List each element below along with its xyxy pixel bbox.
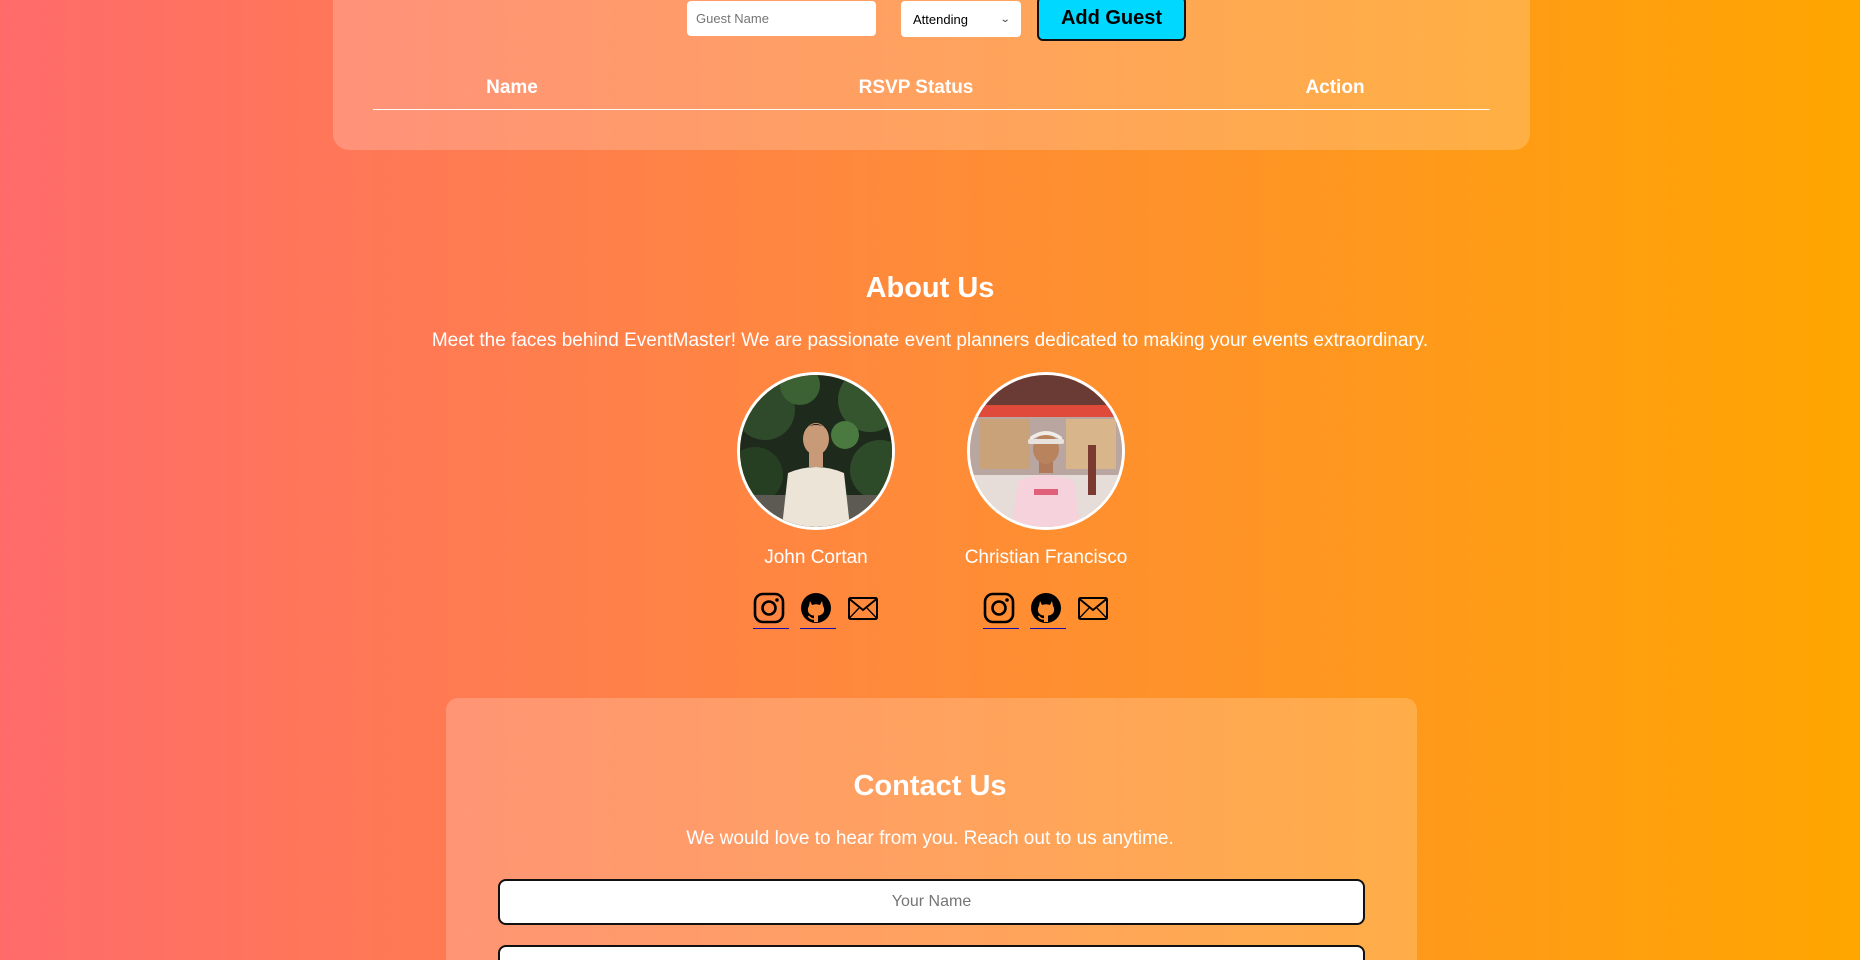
- github-link[interactable]: [1030, 592, 1066, 629]
- team-member-card: Christian Francisco: [926, 372, 1166, 629]
- guest-name-input[interactable]: [687, 1, 876, 36]
- instagram-icon: [753, 592, 785, 624]
- add-guest-button[interactable]: Add Guest: [1037, 0, 1186, 41]
- email-link[interactable]: [1077, 592, 1109, 628]
- contact-description: We would love to hear from you. Reach ou…: [686, 828, 1174, 849]
- contact-name-field[interactable]: [498, 879, 1365, 925]
- social-links: [696, 592, 936, 629]
- github-link[interactable]: [800, 592, 836, 629]
- rsvp-status-value: Attending: [913, 11, 968, 27]
- about-title: About Us: [865, 272, 995, 304]
- instagram-icon: [983, 592, 1015, 624]
- instagram-link[interactable]: [983, 592, 1019, 629]
- team-member-card: John Cortan: [696, 372, 936, 629]
- member-name: John Cortan: [764, 547, 868, 568]
- guest-table-header: Name RSVP Status Action: [373, 74, 1490, 110]
- column-header-rsvp-status: RSVP Status: [858, 77, 974, 98]
- contact-email-field[interactable]: [498, 945, 1365, 960]
- instagram-link[interactable]: [753, 592, 789, 629]
- column-header-action: Action: [1305, 77, 1365, 98]
- github-icon: [1031, 593, 1061, 623]
- avatar-photo: [740, 375, 892, 527]
- avatar: [737, 372, 895, 530]
- chevron-down-icon: ⌄: [999, 13, 1011, 25]
- email-link[interactable]: [847, 592, 879, 628]
- member-name: Christian Francisco: [964, 547, 1128, 568]
- column-header-name: Name: [486, 77, 538, 98]
- mail-icon: [1078, 597, 1108, 620]
- contact-title: Contact Us: [853, 770, 1007, 802]
- about-description: Meet the faces behind EventMaster! We ar…: [431, 330, 1429, 351]
- mail-icon: [848, 597, 878, 620]
- avatar-photo: [970, 375, 1122, 527]
- avatar: [967, 372, 1125, 530]
- github-icon: [801, 593, 831, 623]
- rsvp-status-select[interactable]: Attending ⌄: [901, 1, 1021, 37]
- social-links: [926, 592, 1166, 629]
